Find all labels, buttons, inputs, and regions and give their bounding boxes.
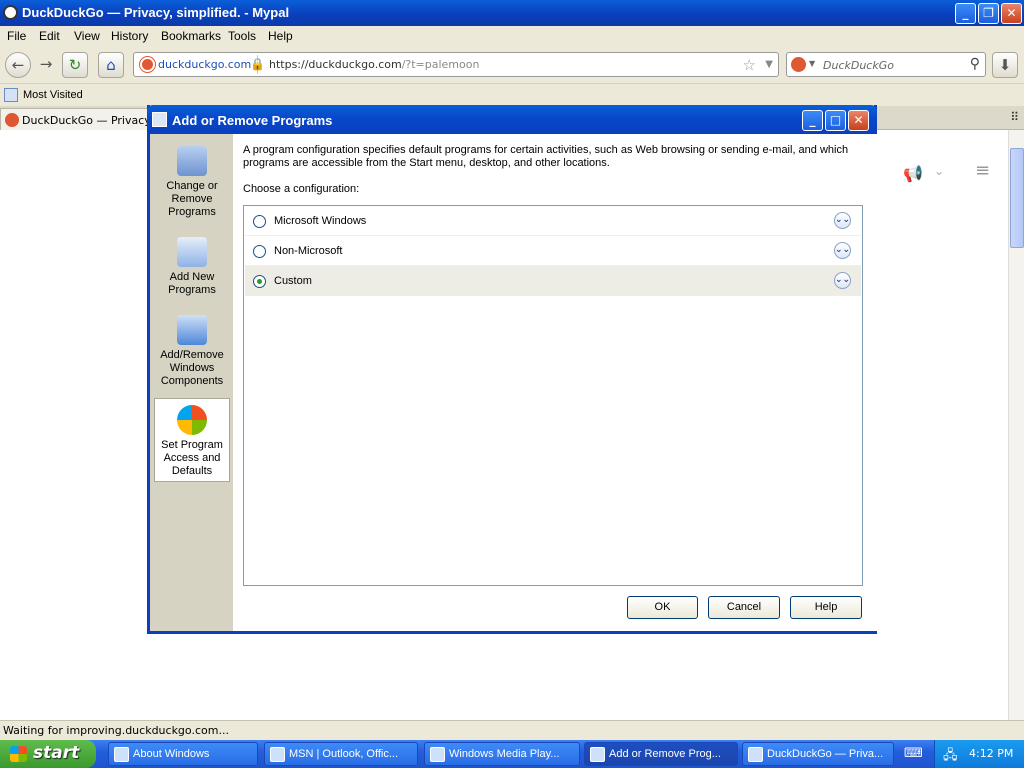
close-button[interactable]: ✕ xyxy=(1001,3,1022,24)
search-icon[interactable]: ⚲ xyxy=(970,56,980,72)
status-bar: Waiting for improving.duckduckgo.com... xyxy=(0,720,1024,740)
search-placeholder: DuckDuckGo xyxy=(823,59,894,72)
windows-components-icon xyxy=(177,315,207,345)
media-player-icon xyxy=(430,747,445,762)
config-custom[interactable]: Custom ⌄⌄ xyxy=(245,266,861,296)
keyboard-icon[interactable]: ⌨ xyxy=(904,746,923,761)
config-custom-radio[interactable] xyxy=(253,275,266,288)
menu-bar: File Edit View History Bookmarks Tools H… xyxy=(0,26,1024,46)
download-icon[interactable]: ⬇ xyxy=(992,52,1018,78)
cancel-button[interactable]: Cancel xyxy=(708,596,780,619)
restore-button[interactable]: ❐ xyxy=(978,3,999,24)
search-engine-icon[interactable] xyxy=(791,57,806,72)
menu-bookmarks[interactable]: Bookmarks xyxy=(161,29,221,43)
task-duckduckgo[interactable]: DuckDuckGo — Priva... xyxy=(742,742,894,766)
start-button[interactable]: start xyxy=(0,740,96,768)
sidebar-item-windows-components[interactable]: Add/Remove Windows Components xyxy=(154,315,230,388)
minimize-button[interactable]: _ xyxy=(955,3,976,24)
tab-duckduckgo[interactable]: DuckDuckGo — Privacy, simplified. xyxy=(0,108,150,130)
config-non-microsoft-radio[interactable] xyxy=(253,245,266,258)
site-identity[interactable]: duckduckgo.com xyxy=(138,55,259,74)
expand-icon[interactable]: ⌄⌄ xyxy=(834,212,851,229)
menu-file[interactable]: File xyxy=(7,29,26,43)
engine-dropdown-icon[interactable]: ▼ xyxy=(809,59,815,68)
browser-window-title: DuckDuckGo — Privacy, simplified. - Mypa… xyxy=(22,5,290,20)
menu-edit[interactable]: Edit xyxy=(39,29,60,43)
dialog-sidebar: Change or Remove Programs Add New Progra… xyxy=(150,134,233,631)
reload-icon[interactable]: ↻ xyxy=(62,52,88,78)
window-icon xyxy=(114,747,129,762)
config-microsoft-windows[interactable]: Microsoft Windows ⌄⌄ xyxy=(245,206,861,236)
task-add-remove-programs[interactable]: Add or Remove Prog... xyxy=(584,742,738,766)
config-microsoft-windows-radio[interactable] xyxy=(253,215,266,228)
clock[interactable]: 4:12 PM xyxy=(969,747,1013,760)
browser-title-bar: DuckDuckGo — Privacy, simplified. - Mypa… xyxy=(0,0,1024,26)
scrollbar-thumb[interactable] xyxy=(1010,148,1024,248)
dialog-app-icon xyxy=(152,112,167,127)
search-box[interactable]: ▼ DuckDuckGo ⚲ xyxy=(786,52,986,77)
help-button[interactable]: Help xyxy=(790,596,862,619)
sidebar-item-program-access[interactable]: Set Program Access and Defaults xyxy=(154,398,230,482)
taskbar: start About Windows MSN | Outlook, Offic… xyxy=(0,740,1024,768)
change-remove-programs-icon xyxy=(177,146,207,176)
url-dropdown-icon[interactable]: ▼ xyxy=(765,59,773,70)
dialog-title: Add or Remove Programs xyxy=(172,113,333,128)
sidebar-item-change-remove[interactable]: Change or Remove Programs xyxy=(154,146,230,219)
menu-view[interactable]: View xyxy=(74,29,100,43)
add-new-programs-icon xyxy=(177,237,207,267)
network-icon[interactable]: 🖧 xyxy=(943,746,958,768)
bookmarks-toolbar: Most Visited xyxy=(0,84,1024,106)
dialog-main-pane: A program configuration specifies defaul… xyxy=(233,134,877,631)
hamburger-menu-icon[interactable]: ≡ xyxy=(975,160,990,181)
chevron-down-icon[interactable]: ⌄ xyxy=(934,164,944,178)
duckduckgo-icon xyxy=(140,57,155,72)
intro-text: A program configuration specifies defaul… xyxy=(243,144,849,169)
task-about-windows[interactable]: About Windows xyxy=(108,742,258,766)
programs-icon xyxy=(590,747,605,762)
tab-list-icon[interactable]: ⠿ xyxy=(1010,110,1019,124)
expand-icon[interactable]: ⌄⌄ xyxy=(834,242,851,259)
dialog-close-button[interactable]: ✕ xyxy=(848,110,869,131)
program-access-defaults-icon xyxy=(177,405,207,435)
forward-icon[interactable]: → xyxy=(33,52,59,78)
megaphone-icon[interactable]: 📢 xyxy=(903,164,923,183)
mypal-icon xyxy=(748,747,763,762)
menu-tools[interactable]: Tools xyxy=(228,29,256,43)
lock-icon: 🔒 xyxy=(250,57,265,71)
page-scrollbar[interactable] xyxy=(1008,130,1024,720)
tab-favicon-icon xyxy=(5,113,19,127)
navigation-toolbar: ← → ↻ ⌂ duckduckgo.com 🔒 https://duckduc… xyxy=(0,46,1024,84)
task-msn-outlook[interactable]: MSN | Outlook, Offic... xyxy=(264,742,418,766)
url-text[interactable]: https://duckduckgo.com/?t=palemoon xyxy=(269,58,479,71)
bookmark-most-visited[interactable]: Most Visited xyxy=(23,89,83,101)
ok-button[interactable]: OK xyxy=(627,596,698,619)
config-non-microsoft[interactable]: Non-Microsoft ⌄⌄ xyxy=(245,236,861,266)
menu-history[interactable]: History xyxy=(111,29,148,43)
sidebar-item-add-new[interactable]: Add New Programs xyxy=(154,237,230,297)
choose-configuration-label: Choose a configuration: xyxy=(243,183,360,195)
dialog-maximize-button[interactable]: □ xyxy=(825,110,846,131)
configuration-list: Microsoft Windows ⌄⌄ Non-Microsoft ⌄⌄ Cu… xyxy=(243,205,863,586)
browser-icon xyxy=(270,747,285,762)
most-visited-icon xyxy=(4,88,18,102)
back-icon[interactable]: ← xyxy=(5,52,31,78)
menu-help[interactable]: Help xyxy=(268,29,293,43)
home-icon[interactable]: ⌂ xyxy=(98,52,124,78)
status-text: Waiting for improving.duckduckgo.com... xyxy=(3,724,229,737)
browser-app-icon xyxy=(3,5,18,20)
expand-icon[interactable]: ⌄⌄ xyxy=(834,272,851,289)
system-tray: 🖧 4:12 PM xyxy=(934,740,1024,768)
url-bar[interactable]: duckduckgo.com 🔒 https://duckduckgo.com/… xyxy=(133,52,779,77)
bookmark-star-icon[interactable]: ☆ xyxy=(743,56,756,74)
dialog-title-bar: Add or Remove Programs _ □ ✕ xyxy=(147,105,877,134)
dialog-minimize-button[interactable]: _ xyxy=(802,110,823,131)
add-remove-programs-dialog: Add or Remove Programs _ □ ✕ Change or R… xyxy=(147,105,877,634)
windows-logo-icon xyxy=(10,746,27,762)
task-windows-media-player[interactable]: Windows Media Play... xyxy=(424,742,580,766)
